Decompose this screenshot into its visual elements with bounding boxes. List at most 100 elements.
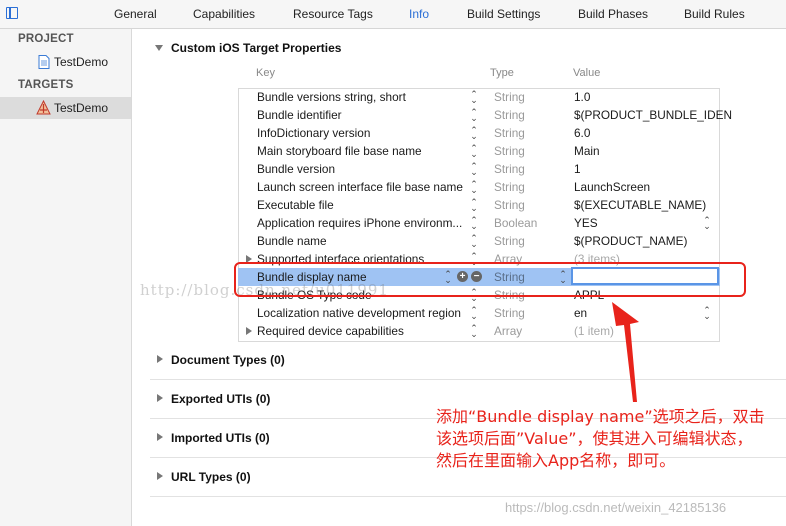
table-row[interactable]: Bundle identifier ⌃ ⌄ String $(PRODUCT_BU…: [238, 106, 732, 124]
annotation-line: 该选项后面”Value”，使其进入可编辑状态，: [436, 429, 753, 448]
stepper-icon[interactable]: ⌃ ⌄: [469, 216, 479, 231]
row-key: Main storyboard file base name: [257, 144, 422, 158]
tab-build-phases[interactable]: Build Phases: [578, 7, 648, 21]
row-value[interactable]: $(EXECUTABLE_NAME): [574, 198, 706, 212]
stepper-icon[interactable]: ⌃ ⌄: [469, 324, 479, 339]
tab-build-rules[interactable]: Build Rules: [684, 7, 745, 21]
row-value[interactable]: en: [574, 306, 587, 320]
row-value[interactable]: $(PRODUCT_BUNDLE_IDEN: [574, 108, 732, 122]
value-popup-stepper-icon[interactable]: ⌃ ⌄: [702, 216, 712, 231]
row-value[interactable]: 1.0: [574, 90, 590, 104]
project-target-sidebar: PROJECT TestDemo TARGETS TestDemo: [0, 29, 132, 526]
section-title: Imported UTIs: [171, 431, 252, 445]
disclosure-collapsed-icon[interactable]: [157, 355, 163, 363]
row-key: Bundle identifier: [257, 108, 342, 122]
stepper-icon[interactable]: ⌃ ⌄: [469, 180, 479, 195]
table-row[interactable]: Application requires iPhone environm... …: [238, 214, 720, 232]
row-key: InfoDictionary version: [257, 126, 371, 140]
row-type: String: [494, 234, 525, 248]
value-popup-stepper-icon[interactable]: ⌃ ⌄: [702, 306, 712, 321]
row-value[interactable]: $(PRODUCT_NAME): [574, 234, 687, 248]
stepper-icon[interactable]: ⌃ ⌄: [469, 162, 479, 177]
tab-build-settings[interactable]: Build Settings: [467, 7, 540, 21]
section-divider: [150, 379, 786, 380]
targets-header: TARGETS: [18, 79, 74, 91]
table-row[interactable]: Bundle version ⌃ ⌄ String 1: [238, 160, 720, 178]
section-divider: [150, 496, 786, 497]
tab-resource-tags[interactable]: Resource Tags: [293, 7, 373, 21]
tab-info[interactable]: Info: [409, 7, 429, 21]
stepper-icon[interactable]: ⌃ ⌄: [469, 306, 479, 321]
row-type: String: [494, 198, 525, 212]
section-count: (0): [255, 392, 271, 406]
table-row[interactable]: InfoDictionary version ⌃ ⌄ String 6.0: [238, 124, 720, 142]
row-value[interactable]: 1: [574, 162, 581, 176]
row-key: Localization native development region: [257, 306, 461, 320]
annotation-arrow-icon: [612, 302, 639, 402]
row-value[interactable]: LaunchScreen: [574, 180, 650, 194]
annotation-line: 然后在里面输入App名称，即可。: [436, 451, 676, 470]
row-key: Bundle name: [257, 234, 327, 248]
section-url-types[interactable]: URL Types (0): [171, 470, 251, 484]
table-row[interactable]: Bundle versions string, short ⌃ ⌄ String …: [238, 88, 720, 106]
column-header-value[interactable]: Value: [573, 67, 600, 79]
row-value[interactable]: Main: [574, 144, 600, 158]
table-row[interactable]: Bundle name ⌃ ⌄ String $(PRODUCT_NAME): [238, 232, 720, 250]
section-title: URL Types: [171, 470, 233, 484]
row-key: Executable file: [257, 198, 334, 212]
stepper-icon[interactable]: ⌃ ⌄: [469, 90, 479, 105]
row-value[interactable]: 6.0: [574, 126, 590, 140]
highlight-box: [234, 262, 746, 297]
section-title: Exported UTIs: [171, 392, 253, 406]
row-type: String: [494, 108, 525, 122]
disclosure-collapsed-icon[interactable]: [157, 472, 163, 480]
project-file-icon: [38, 55, 50, 69]
section-title: Document Types: [171, 353, 267, 367]
stepper-icon[interactable]: ⌃ ⌄: [469, 198, 479, 213]
sidebar-toggle-icon[interactable]: [6, 7, 18, 19]
stepper-icon[interactable]: ⌃ ⌄: [469, 108, 479, 123]
stepper-icon[interactable]: ⌃ ⌄: [469, 144, 479, 159]
disclosure-collapsed-icon[interactable]: [157, 394, 163, 402]
disclosure-collapsed-icon[interactable]: [157, 433, 163, 441]
sidebar-item-target[interactable]: TestDemo: [0, 97, 131, 119]
watermark-footer: https://blog.csdn.net/weixin_42185136: [505, 500, 727, 515]
column-header-type[interactable]: Type: [490, 67, 514, 79]
table-row[interactable]: Main storyboard file base name ⌃ ⌄ String…: [238, 142, 720, 160]
column-header-key[interactable]: Key: [256, 67, 275, 79]
tab-capabilities[interactable]: Capabilities: [193, 7, 255, 21]
row-type: Boolean: [494, 216, 538, 230]
section-count: (0): [255, 431, 270, 445]
table-row[interactable]: Executable file ⌃ ⌄ String $(EXECUTABLE_N…: [238, 196, 720, 214]
section-exported-utis[interactable]: Exported UTIs (0): [171, 392, 270, 406]
app-target-icon: [36, 100, 51, 115]
row-key: Bundle versions string, short: [257, 90, 406, 104]
row-type: Array: [494, 324, 523, 338]
section-count: (0): [270, 353, 285, 367]
row-type: String: [494, 162, 525, 176]
sidebar-item-label: TestDemo: [54, 101, 109, 115]
row-disclosure-icon[interactable]: [246, 327, 252, 335]
table-row[interactable]: Launch screen interface file base name ⌃…: [238, 178, 720, 196]
stepper-icon[interactable]: ⌃ ⌄: [469, 234, 479, 249]
annotation-line: 添加“Bundle display name”选项之后，双击: [436, 407, 765, 426]
annotation-note: 添加“Bundle display name”选项之后，双击 该选项后面”Val…: [436, 406, 786, 472]
sidebar-item-label: TestDemo: [54, 55, 109, 69]
sidebar-item-project[interactable]: TestDemo: [0, 51, 131, 73]
project-header: PROJECT: [18, 33, 74, 45]
row-key: Launch screen interface file base name: [257, 180, 463, 194]
row-key: Bundle version: [257, 162, 336, 176]
tab-general[interactable]: General: [114, 7, 157, 21]
editor-tab-bar: General Capabilities Resource Tags Info …: [0, 0, 786, 29]
section-imported-utis[interactable]: Imported UTIs (0): [171, 431, 270, 445]
stepper-icon[interactable]: ⌃ ⌄: [469, 126, 479, 141]
section-title-custom-properties: Custom iOS Target Properties: [171, 41, 342, 55]
row-key: Application requires iPhone environm...: [257, 216, 463, 230]
row-value[interactable]: YES: [574, 216, 598, 230]
row-key: Required device capabilities: [257, 324, 404, 338]
row-type: String: [494, 180, 525, 194]
row-type: String: [494, 144, 525, 158]
section-document-types[interactable]: Document Types (0): [171, 353, 285, 367]
disclosure-expanded-icon[interactable]: [155, 45, 163, 51]
section-count: (0): [235, 470, 251, 484]
